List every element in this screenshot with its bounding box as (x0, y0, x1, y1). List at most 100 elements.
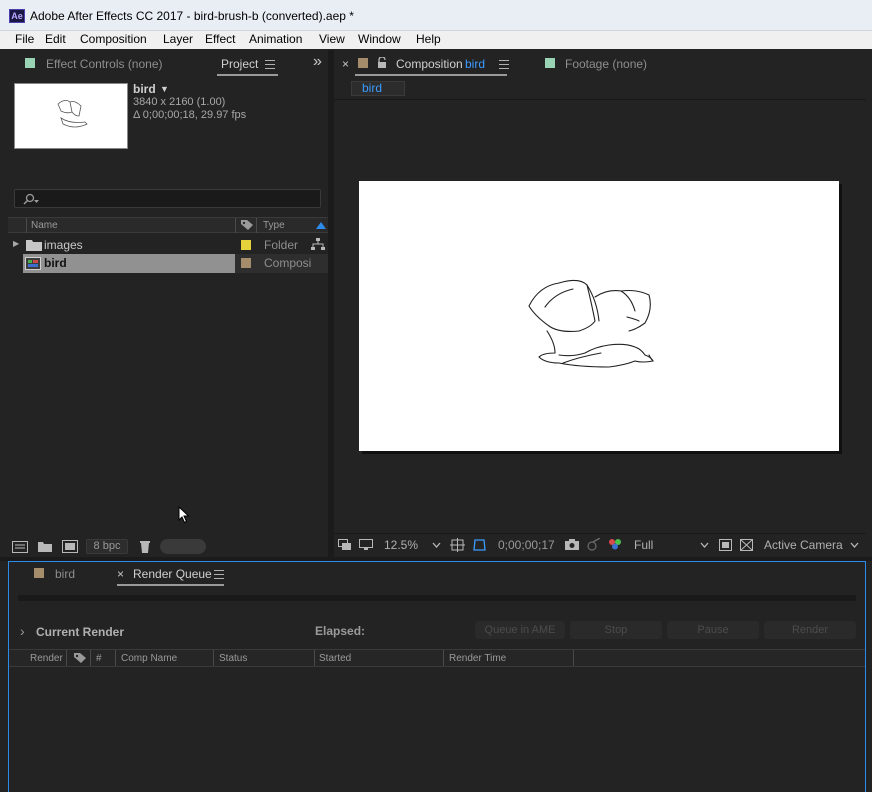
after-effects-app-icon: Ae (9, 9, 25, 23)
region-of-interest-icon[interactable] (719, 539, 732, 551)
panel-overflow-icon[interactable]: » (313, 53, 322, 71)
composition-label-swatch (358, 58, 368, 68)
transparency-grid-icon[interactable] (740, 539, 753, 551)
column-separator (115, 650, 116, 666)
title-bar: Ae Adobe After Effects CC 2017 - bird-br… (0, 0, 872, 31)
preview-resolution: 3840 x 2160 (1.00) (133, 96, 226, 108)
column-render-time-header[interactable]: Render Time (449, 653, 506, 664)
monitor-icon[interactable] (359, 539, 373, 551)
label-tag-icon[interactable] (240, 219, 254, 231)
unlock-icon[interactable] (377, 57, 387, 69)
current-render-label: Current Render (36, 625, 125, 639)
grid-guide-options-icon[interactable] (450, 538, 465, 552)
thumbnail-scroll-slider[interactable] (160, 539, 206, 554)
column-separator (314, 650, 315, 666)
search-icon (23, 193, 39, 205)
magnification-value[interactable]: 12.5% (384, 538, 418, 552)
render-button[interactable]: Render (764, 621, 856, 639)
chevron-down-icon[interactable] (850, 542, 859, 548)
chevron-down-icon[interactable] (700, 542, 709, 548)
column-type-header[interactable]: Type (263, 220, 285, 231)
channel-rgb-icon[interactable] (608, 538, 622, 551)
breadcrumb-bar: bird (334, 78, 866, 100)
always-preview-icon[interactable] (338, 539, 352, 551)
close-tab-icon[interactable]: × (117, 567, 124, 581)
menu-edit[interactable]: Edit (45, 32, 66, 46)
column-status-header[interactable]: Status (219, 653, 247, 664)
queue-in-ame-button[interactable]: Queue in AME (475, 621, 565, 639)
column-comp-name-header[interactable]: Comp Name (121, 653, 177, 664)
tab-project[interactable]: Project (221, 57, 258, 71)
menu-layer[interactable]: Layer (163, 32, 193, 46)
close-tab-icon[interactable]: × (342, 57, 349, 71)
menu-effect[interactable]: Effect (205, 32, 235, 46)
menu-view[interactable]: View (319, 32, 345, 46)
project-search-input[interactable] (14, 189, 321, 208)
trash-icon[interactable] (139, 540, 151, 553)
breadcrumb[interactable]: bird (351, 81, 405, 96)
snapshot-camera-icon[interactable] (565, 539, 579, 550)
render-queue-menu-icon[interactable] (214, 570, 224, 579)
pause-button[interactable]: Pause (667, 621, 759, 639)
column-number-header[interactable]: # (96, 653, 102, 664)
menu-file[interactable]: File (15, 32, 34, 46)
composition-panel-menu-icon[interactable] (499, 60, 509, 69)
preview-dropdown-icon[interactable]: ▼ (160, 84, 169, 94)
column-separator (443, 650, 444, 666)
stop-button[interactable]: Stop (570, 621, 662, 639)
folder-icon (26, 240, 42, 251)
new-folder-icon[interactable] (38, 541, 52, 552)
tab-bird-timeline[interactable]: bird (55, 567, 75, 581)
column-name-header[interactable]: Name (31, 220, 58, 231)
bit-depth-button[interactable]: 8 bpc (86, 539, 128, 554)
composition-label-swatch[interactable] (241, 258, 251, 268)
menu-bar: File Edit Composition Layer Effect Anima… (0, 31, 872, 49)
label-tag-icon[interactable] (73, 652, 87, 664)
show-snapshot-icon[interactable] (587, 538, 601, 551)
interpret-footage-icon[interactable] (12, 541, 28, 553)
tab-render-queue-underline (117, 584, 224, 586)
menu-window[interactable]: Window (358, 32, 401, 46)
folder-label-swatch[interactable] (241, 240, 251, 250)
column-separator (213, 650, 214, 666)
column-separator (573, 650, 574, 666)
menu-composition[interactable]: Composition (80, 32, 147, 46)
new-composition-icon[interactable] (62, 540, 78, 553)
column-separator (66, 650, 67, 666)
item-name: bird (44, 256, 67, 270)
tab-footage[interactable]: Footage (none) (565, 57, 647, 71)
composition-icon (25, 257, 41, 270)
menu-animation[interactable]: Animation (249, 32, 302, 46)
tab-effect-controls[interactable]: Effect Controls (none) (46, 57, 163, 71)
item-type: Folder (264, 238, 299, 252)
tab-composition[interactable]: Composition (396, 57, 463, 71)
render-progress-bar (18, 595, 856, 601)
current-time[interactable]: 0;00;00;17 (498, 538, 555, 552)
list-item[interactable]: bird Composi (8, 254, 328, 273)
tab-composition-name[interactable]: bird (465, 57, 485, 71)
project-panel-menu-icon[interactable] (265, 60, 275, 69)
mask-visibility-icon[interactable] (472, 538, 487, 552)
composition-canvas[interactable] (359, 181, 839, 451)
preview-item-name: bird (133, 82, 156, 96)
column-started-header[interactable]: Started (319, 653, 351, 664)
sort-ascending-icon[interactable] (316, 222, 326, 229)
camera-select[interactable]: Active Camera (764, 538, 843, 552)
window-title: Adobe After Effects CC 2017 - bird-brush… (30, 9, 354, 23)
effect-controls-label-swatch (25, 58, 35, 68)
tab-render-queue[interactable]: Render Queue (133, 567, 212, 581)
menu-help[interactable]: Help (416, 32, 441, 46)
preview-duration: Δ 0;00;00;18, 29.97 fps (133, 109, 247, 121)
column-render-header[interactable]: Render (30, 653, 63, 664)
tab-project-underline (217, 74, 278, 76)
expand-triangle-icon[interactable]: ▶ (13, 239, 19, 248)
resolution-select[interactable]: Full (634, 538, 653, 552)
project-footer: 8 bpc (8, 536, 328, 557)
flowchart-icon[interactable] (311, 238, 325, 251)
item-type: Composi (264, 256, 312, 270)
bird-artwork-icon (528, 279, 654, 368)
expand-chevron-icon[interactable]: › (20, 623, 25, 639)
footage-label-swatch (545, 58, 555, 68)
list-item[interactable]: ▶ images Folder (8, 236, 328, 254)
chevron-down-icon[interactable] (432, 542, 441, 548)
